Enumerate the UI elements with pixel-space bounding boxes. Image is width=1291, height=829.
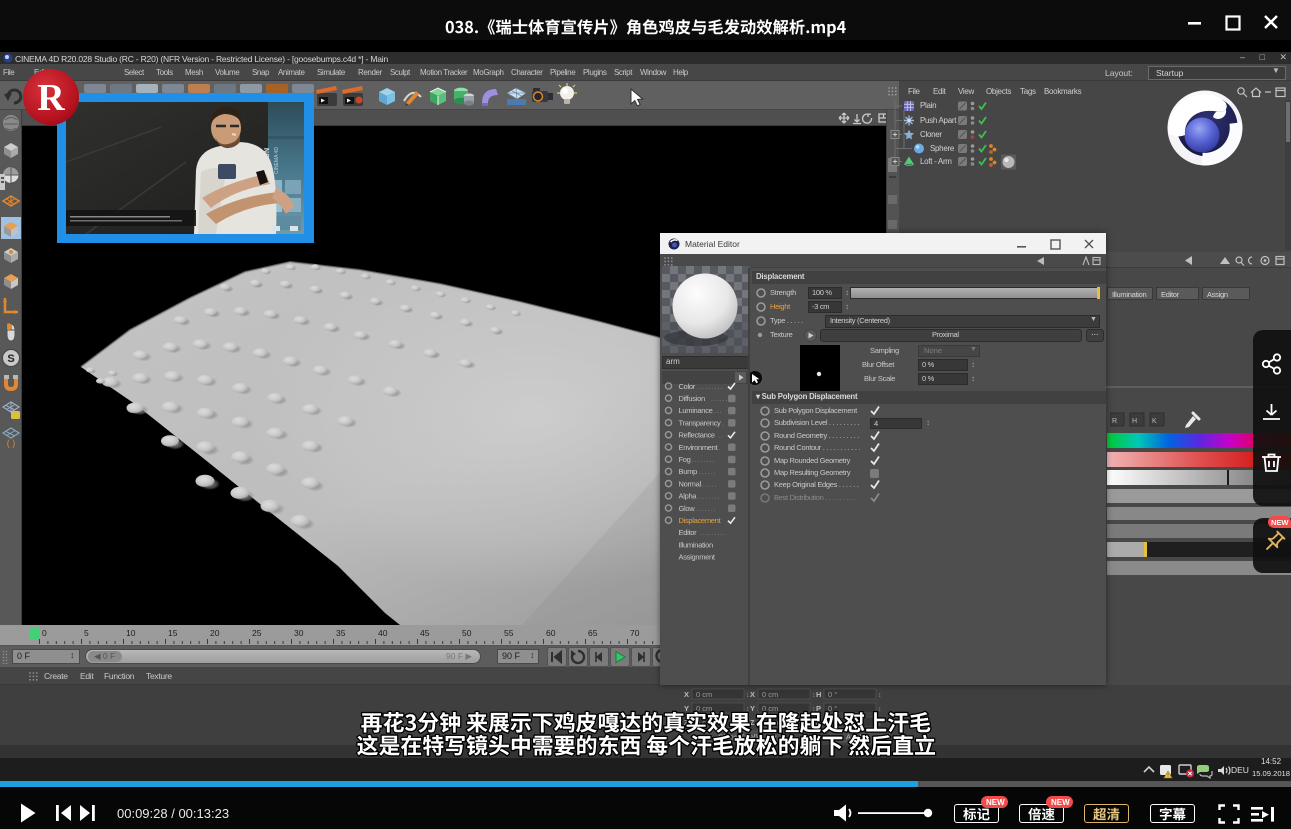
svg-text:Editor: Editor (679, 528, 698, 537)
svg-text:.........: ......... (700, 528, 726, 537)
svg-text:.: . (718, 443, 721, 452)
svg-text:H: H (816, 690, 821, 699)
svg-text:45: 45 (420, 628, 430, 638)
svg-text:65: 65 (588, 628, 598, 638)
svg-text:Reflectance: Reflectance (679, 431, 715, 440)
svg-text:30: 30 (294, 628, 304, 638)
svg-text:.........: ......... (697, 382, 723, 391)
svg-text:0 cm: 0 cm (696, 690, 712, 699)
svg-text:Color: Color (679, 382, 696, 391)
svg-text:25: 25 (252, 628, 262, 638)
svg-text:........: ........ (693, 467, 716, 476)
svg-text:5: 5 (84, 628, 89, 638)
svg-text:Illumination: Illumination (679, 540, 713, 549)
svg-text:......: ...... (700, 479, 717, 488)
svg-text:........: ........ (693, 504, 716, 513)
svg-text:Diffusion: Diffusion (679, 394, 705, 403)
svg-text:15: 15 (168, 628, 178, 638)
svg-text:20: 20 (210, 628, 220, 638)
svg-text:↕: ↕ (812, 692, 816, 699)
svg-text:Luminance: Luminance (679, 406, 713, 415)
svg-text:( ): ( ) (7, 438, 16, 448)
svg-text:Transparency: Transparency (679, 418, 722, 427)
svg-text:60: 60 (546, 628, 556, 638)
svg-text:X: X (750, 690, 755, 699)
svg-text:Alpha: Alpha (679, 492, 698, 501)
svg-text:70: 70 (630, 628, 640, 638)
svg-text:Normal: Normal (679, 479, 702, 488)
svg-text:R: R (1112, 418, 1117, 425)
svg-text:........: ........ (697, 492, 720, 501)
svg-text:S: S (7, 353, 14, 365)
svg-text:R: R (37, 77, 65, 119)
svg-text:40: 40 (378, 628, 388, 638)
svg-text:Displacement: Displacement (679, 516, 722, 525)
svg-text:.........: ......... (689, 455, 715, 464)
svg-text:0 cm: 0 cm (762, 690, 778, 699)
svg-text:.: . (722, 418, 725, 427)
svg-text:55: 55 (504, 628, 514, 638)
svg-text:Assignment: Assignment (679, 553, 716, 562)
svg-text:↕: ↕ (746, 692, 750, 699)
svg-text:10: 10 (126, 628, 136, 638)
svg-text:H: H (1132, 418, 1137, 425)
svg-text:Environment: Environment (679, 443, 719, 452)
svg-text:K: K (1152, 418, 1157, 425)
svg-text:CINEMA 4D: CINEMA 4D (274, 147, 280, 174)
svg-text:35: 35 (336, 628, 346, 638)
svg-text:0 °: 0 ° (828, 690, 837, 699)
svg-text:50: 50 (462, 628, 472, 638)
svg-text:......: ...... (711, 394, 728, 403)
svg-text:↕: ↕ (878, 692, 882, 699)
svg-text:..: .. (718, 431, 724, 440)
svg-text:0: 0 (42, 628, 47, 638)
svg-text:X: X (684, 690, 689, 699)
svg-text:....: .... (711, 406, 723, 415)
